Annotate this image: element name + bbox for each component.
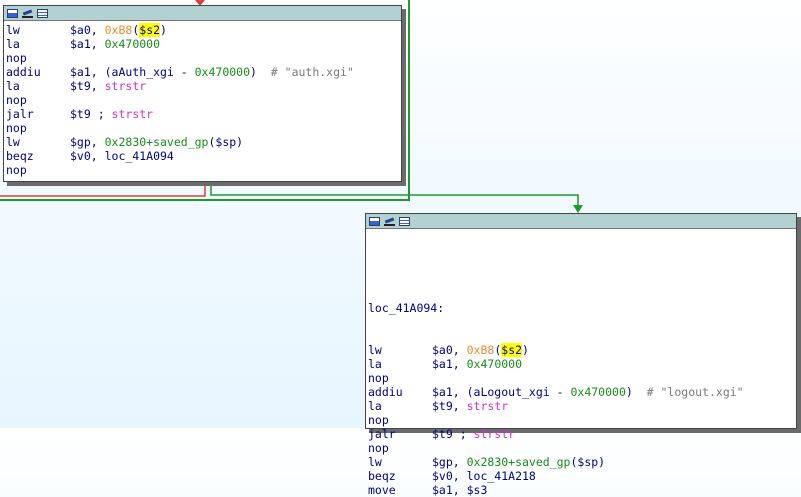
text-view-icon[interactable] xyxy=(399,216,410,226)
mnemonic: jalr xyxy=(6,107,34,121)
asm-line[interactable]: la $a1, 0x470000 xyxy=(368,357,796,371)
operand: $a0, xyxy=(432,343,467,357)
asm-line[interactable]: nop xyxy=(6,163,401,177)
operand: strstr xyxy=(111,107,154,121)
operand: 0xB8 xyxy=(104,23,133,37)
mnemonic: addiu xyxy=(368,385,403,399)
operand: # "logout.xgi" xyxy=(646,385,744,399)
mnemonic: nop xyxy=(6,51,27,65)
operand: ) xyxy=(250,65,271,79)
operand: $t9 ; xyxy=(432,427,474,441)
mnemonic: nop xyxy=(368,413,389,427)
block-label[interactable]: loc_41A094: xyxy=(368,301,796,315)
operand: $a1, $s3 xyxy=(432,483,488,497)
edge-true-to-loc xyxy=(210,182,579,207)
arrow-true-to-loc xyxy=(573,205,583,213)
mnemonic: lw xyxy=(368,343,382,357)
asm-line[interactable]: beqz $v0, loc_41A094 xyxy=(6,149,401,163)
rename-icon[interactable] xyxy=(384,217,395,226)
mnemonic: nop xyxy=(6,93,27,107)
operand: $a0, xyxy=(70,23,105,37)
mnemonic: nop xyxy=(368,371,389,385)
asm-line[interactable]: nop xyxy=(6,121,401,135)
basic-block-node-loc-41a094[interactable]: loc_41A094: lw $a0, 0xB8($s2) la $a1, 0x470… xyxy=(365,213,797,497)
asm-line[interactable]: nop xyxy=(368,413,796,427)
mnemonic: la xyxy=(368,357,382,371)
operand: $t9 ; xyxy=(70,107,112,121)
operand: $gp, xyxy=(432,455,467,469)
asm-line[interactable]: nop xyxy=(6,51,401,65)
basic-block-node-1[interactable]: lw $a0, 0xB8($s2) la $a1, 0x470000 nop addiu $… xyxy=(3,5,402,182)
asm-line[interactable]: lw $gp, 0x2830+saved_gp($sp) xyxy=(368,455,796,469)
operand: 0x470000 xyxy=(466,357,523,371)
mnemonic: jalr xyxy=(368,427,396,441)
asm-line[interactable]: addiu $a1, (aLogout_xgi - 0x470000) # "lo… xyxy=(368,385,796,399)
mnemonic: la xyxy=(368,399,382,413)
operand: $t9, xyxy=(70,79,105,93)
mnemonic: beqz xyxy=(6,149,34,163)
operand: strstr xyxy=(466,399,509,413)
asm-line[interactable]: beqz $v0, loc_41A218 xyxy=(368,469,796,483)
mnemonic: nop xyxy=(6,163,27,177)
operand: $gp, xyxy=(70,135,105,149)
operand: 0x470000 xyxy=(104,37,161,51)
operand: $v0, loc_41A094 xyxy=(70,149,174,163)
node-header xyxy=(366,214,796,229)
asm-line[interactable]: nop xyxy=(368,441,796,455)
asm-line[interactable]: jalr $t9 ; strstr xyxy=(368,427,796,441)
asm-line[interactable]: la $t9, strstr xyxy=(368,399,796,413)
operand: ($sp) xyxy=(208,135,244,149)
mnemonic: addiu xyxy=(6,65,41,79)
edge-false-left xyxy=(0,186,206,197)
rename-icon[interactable] xyxy=(22,9,33,18)
code-listing: lw $a0, 0xB8($s2) la $a1, 0x470000 nop addiu $… xyxy=(4,21,401,177)
mnemonic: lw xyxy=(368,455,382,469)
operand: 0x470000 xyxy=(570,385,626,399)
node-header xyxy=(4,6,401,21)
graph-view-icon[interactable] xyxy=(7,8,18,18)
operand: ) xyxy=(625,385,647,399)
operand: 0x2830+saved_gp xyxy=(104,135,209,149)
asm-line[interactable]: la $t9, strstr xyxy=(6,79,401,93)
operand: $a1, (aAuth_xgi - xyxy=(70,65,195,79)
mnemonic: nop xyxy=(6,121,27,135)
operand: strstr xyxy=(473,427,516,441)
operand: 0x470000 xyxy=(194,65,251,79)
operand: ) xyxy=(522,343,529,357)
operand: 0x2830+saved_gp xyxy=(466,455,571,469)
asm-line[interactable]: addiu $a1, (aAuth_xgi - 0x470000) # "auth… xyxy=(6,65,401,79)
operand: 0xB8 xyxy=(466,343,495,357)
mnemonic: beqz xyxy=(368,469,396,483)
mnemonic: la xyxy=(6,37,20,51)
mnemonic: la xyxy=(6,79,20,93)
mnemonic: nop xyxy=(368,441,389,455)
asm-line[interactable]: lw $a0, 0xB8($s2) xyxy=(368,343,796,357)
operand: $v0, loc_41A218 xyxy=(432,469,536,483)
asm-line[interactable]: la $a1, 0x470000 xyxy=(6,37,401,51)
asm-line[interactable]: move $a1, $s3 xyxy=(368,483,796,497)
text-view-icon[interactable] xyxy=(37,8,48,18)
operand: $a1, (aLogout_xgi - xyxy=(432,385,571,399)
operand: $a1, xyxy=(70,37,105,51)
asm-line[interactable]: jalr $t9 ; strstr xyxy=(6,107,401,121)
asm-line[interactable]: lw $a0, 0xB8($s2) xyxy=(6,23,401,37)
asm-line[interactable]: lw $gp, 0x2830+saved_gp($sp) xyxy=(6,135,401,149)
mnemonic: move xyxy=(368,483,396,497)
mnemonic: lw xyxy=(6,23,20,37)
operand: $t9, xyxy=(432,399,467,413)
mnemonic: lw xyxy=(6,135,20,149)
operand: ($sp) xyxy=(570,455,606,469)
operand: $a1, xyxy=(432,357,467,371)
asm-line[interactable]: nop xyxy=(368,371,796,385)
operand: strstr xyxy=(104,79,147,93)
operand: ) xyxy=(160,23,167,37)
code-listing: loc_41A094: lw $a0, 0xB8($s2) la $a1, 0x470… xyxy=(366,229,796,497)
operand: $s2 xyxy=(139,23,161,37)
operand: # "auth.xgi" xyxy=(270,65,354,79)
graph-view-icon[interactable] xyxy=(369,216,380,226)
asm-line[interactable]: nop xyxy=(6,93,401,107)
operand: $s2 xyxy=(501,343,523,357)
